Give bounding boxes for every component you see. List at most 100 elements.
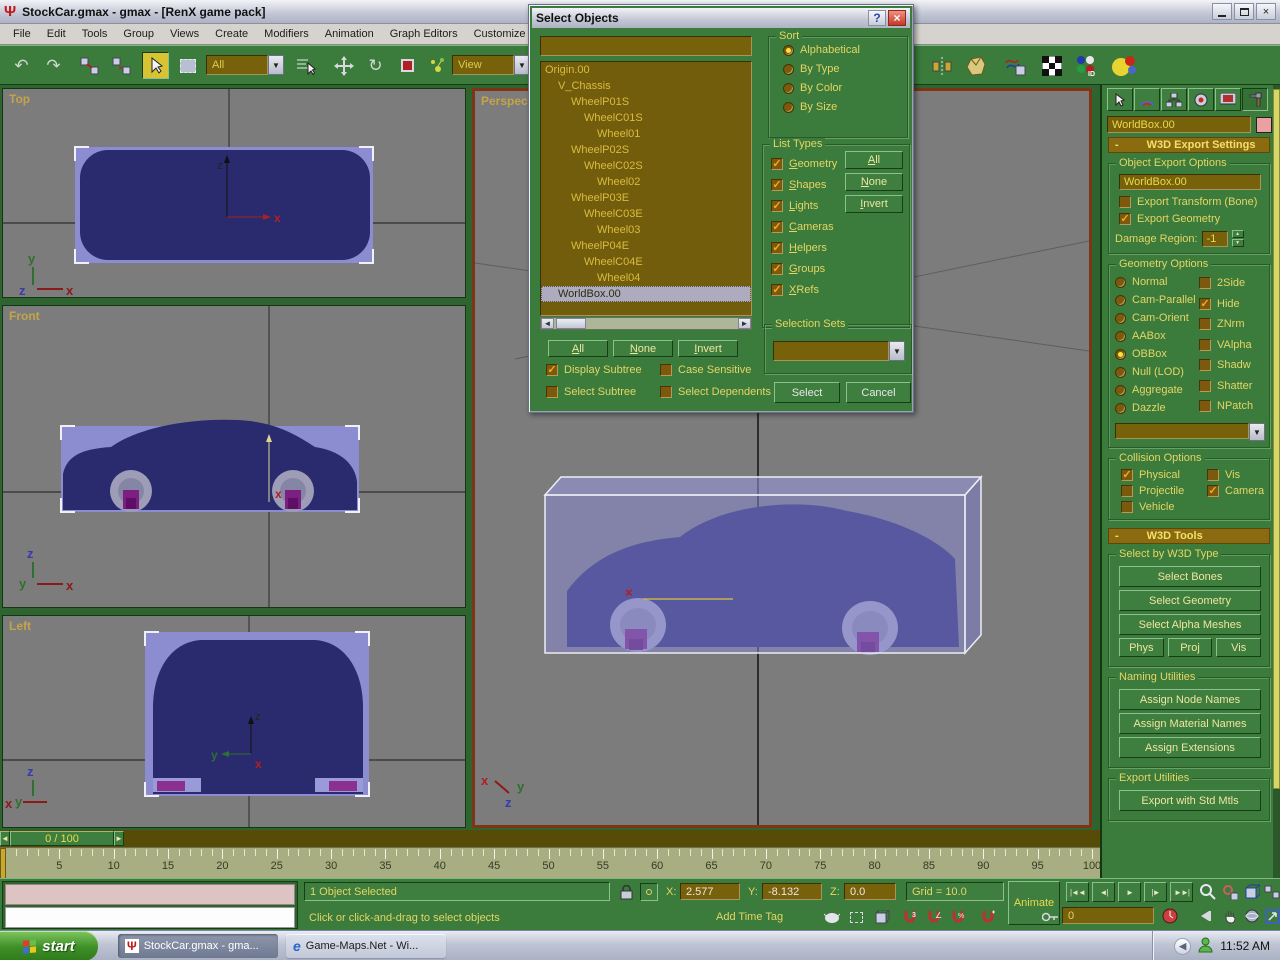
tree-item-wheelc02s[interactable]: WheelC02S (541, 158, 751, 174)
frame-forward-arrow[interactable]: ► (114, 831, 124, 846)
object-color-swatch[interactable] (1256, 117, 1272, 133)
render-icon[interactable] (1110, 52, 1137, 79)
damage-region-field[interactable]: -1 (1202, 231, 1228, 247)
chevron-down-icon[interactable]: ▼ (1249, 423, 1265, 441)
frame-back-arrow[interactable]: ◄ (0, 831, 10, 846)
create-tab[interactable] (1107, 88, 1133, 111)
absolute-mode-icon[interactable] (640, 883, 658, 901)
export-export-geometry[interactable]: ✓Export Geometry (1119, 213, 1265, 225)
panel-scrollbar-thumb[interactable] (1273, 89, 1280, 789)
phys-button[interactable]: Phys (1119, 638, 1164, 657)
selection-sets-dropdown[interactable]: ▼ (773, 341, 905, 361)
tree-item-wheel01[interactable]: Wheel01 (541, 126, 751, 142)
redo-icon[interactable]: ↷ (40, 52, 67, 79)
sort-by-color[interactable]: By Color (783, 82, 907, 94)
taskbar-task-game-maps-net-wi[interactable]: eGame-Maps.Net - Wi... (286, 934, 446, 958)
go-to-end-button[interactable]: ►►| (1170, 882, 1193, 902)
viewport-left-label[interactable]: Left (9, 619, 31, 633)
tree-item-worldbox-00[interactable]: WorldBox.00 (541, 286, 751, 302)
snap-3d-icon[interactable]: 3 (900, 907, 920, 927)
display-tab[interactable] (1215, 88, 1241, 111)
taskbar-task-stockcar-gmax-gma[interactable]: ΨStockCar.gmax - gma... (118, 934, 278, 958)
collision-vis[interactable]: Vis (1207, 469, 1265, 481)
zoom-extents-icon[interactable] (1242, 882, 1262, 902)
menu-modifiers[interactable]: Modifiers (257, 26, 316, 42)
geometry-valpha[interactable]: VAlpha (1199, 335, 1265, 356)
geometry-cam-orient[interactable]: Cam-Orient (1115, 309, 1199, 327)
viewport-front-label[interactable]: Front (9, 309, 40, 323)
object-name-field[interactable]: WorldBox.00 (1107, 116, 1251, 133)
select-by-name-icon[interactable] (292, 52, 319, 79)
geometry-shadw[interactable]: Shadw (1199, 355, 1265, 376)
chevron-down-icon[interactable]: ▼ (889, 341, 905, 361)
scrollbar-thumb[interactable] (556, 318, 586, 329)
list-type-xrefs[interactable]: ✓XRefs (771, 279, 837, 300)
menu-group[interactable]: Group (116, 26, 161, 42)
material-id-icon[interactable]: ID (1072, 52, 1099, 79)
cancel-button[interactable]: Cancel (846, 382, 911, 403)
menu-views[interactable]: Views (163, 26, 206, 42)
select-bones-button[interactable]: Select Bones (1119, 566, 1261, 587)
angle-snap-icon[interactable]: ∠ (924, 907, 944, 927)
list-type-geometry[interactable]: ✓Geometry (771, 153, 837, 174)
list-type-groups[interactable]: ✓Groups (771, 258, 837, 279)
listener-macro-row[interactable] (5, 884, 295, 905)
select-and-scale-icon[interactable] (394, 52, 421, 79)
add-time-tag[interactable]: Add Time Tag (716, 911, 783, 923)
collision-vehicle[interactable]: Vehicle (1121, 501, 1207, 513)
tree-item-v-chassis[interactable]: V_Chassis (541, 78, 751, 94)
selection-lock-icon[interactable] (616, 882, 636, 902)
geometry-aabox[interactable]: AABox (1115, 327, 1199, 345)
menu-file[interactable]: File (6, 26, 38, 42)
tree-item-wheelp02s[interactable]: WheelP02S (541, 142, 751, 158)
select-alpha-meshes-button[interactable]: Select Alpha Meshes (1119, 614, 1261, 635)
list-type-helpers[interactable]: ✓Helpers (771, 237, 837, 258)
x-coordinate-field[interactable]: 2.577 (680, 883, 740, 900)
go-to-start-button[interactable]: |◄◄ (1066, 882, 1089, 902)
damage-region-spinner[interactable]: ▲ ▼ (1232, 230, 1244, 247)
menu-customize[interactable]: Customize (467, 26, 533, 42)
viewport-front[interactable]: Front (2, 305, 466, 608)
time-slider[interactable]: 0 / 100 (10, 831, 114, 846)
zoom-all-icon[interactable] (1220, 882, 1240, 902)
list-types-all-button[interactable]: All (845, 151, 903, 169)
listener-script-row[interactable] (5, 907, 295, 928)
select-and-move-icon[interactable] (330, 52, 357, 79)
minimize-button[interactable] (1212, 3, 1232, 20)
tree-item-origin-00[interactable]: Origin.00 (541, 62, 751, 78)
hide-icons-chevron[interactable]: ◀ (1174, 938, 1191, 955)
selected-playback-icon[interactable] (1198, 906, 1218, 926)
reference-coordinate-dropdown[interactable]: View ▼ (452, 55, 530, 75)
pan-hand-icon[interactable] (1220, 906, 1240, 926)
none-button[interactable]: None (613, 340, 673, 357)
time-configuration-icon[interactable] (1160, 906, 1180, 926)
tree-item-wheel04[interactable]: Wheel04 (541, 270, 751, 286)
y-coordinate-field[interactable]: -8.132 (762, 883, 822, 900)
invert-button[interactable]: Invert (678, 340, 738, 357)
arc-rotate-icon[interactable] (1242, 906, 1262, 926)
zoom-extents-all-icon[interactable] (1262, 882, 1280, 902)
geometry-znrm[interactable]: ZNrm (1199, 314, 1265, 335)
option-display-subtree[interactable]: ✓Display Subtree (546, 364, 642, 376)
next-frame-button[interactable]: |► (1144, 882, 1167, 902)
panel-scrollbar[interactable] (1273, 85, 1280, 878)
current-frame-field[interactable]: 0 (1062, 907, 1154, 924)
percent-snap-icon[interactable]: % (948, 907, 968, 927)
geometry-null-lod[interactable]: Null (LOD) (1115, 363, 1199, 381)
undo-icon[interactable]: ↶ (8, 52, 35, 79)
list-types-none-button[interactable]: None (845, 173, 903, 191)
dialog-title-bar[interactable]: Select Objects ? × (532, 8, 910, 28)
help-icon[interactable]: ? (868, 10, 886, 26)
sort-by-type[interactable]: By Type (783, 63, 907, 75)
scroll-right-icon[interactable]: ► (738, 318, 751, 329)
dotted-region-icon[interactable] (846, 907, 866, 927)
menu-tools[interactable]: Tools (75, 26, 115, 42)
collision-physical[interactable]: ✓Physical (1121, 469, 1207, 481)
assign-material-names-button[interactable]: Assign Material Names (1119, 713, 1261, 734)
selection-filter-dropdown[interactable]: All ▼ (206, 55, 284, 75)
geometry-dropdown[interactable]: ▼ (1115, 423, 1265, 441)
track-bar-thumb[interactable] (0, 848, 6, 878)
mirror-icon[interactable] (928, 52, 955, 79)
export-export-transform-bone[interactable]: Export Transform (Bone) (1119, 196, 1265, 208)
list-type-shapes[interactable]: ✓Shapes (771, 174, 837, 195)
